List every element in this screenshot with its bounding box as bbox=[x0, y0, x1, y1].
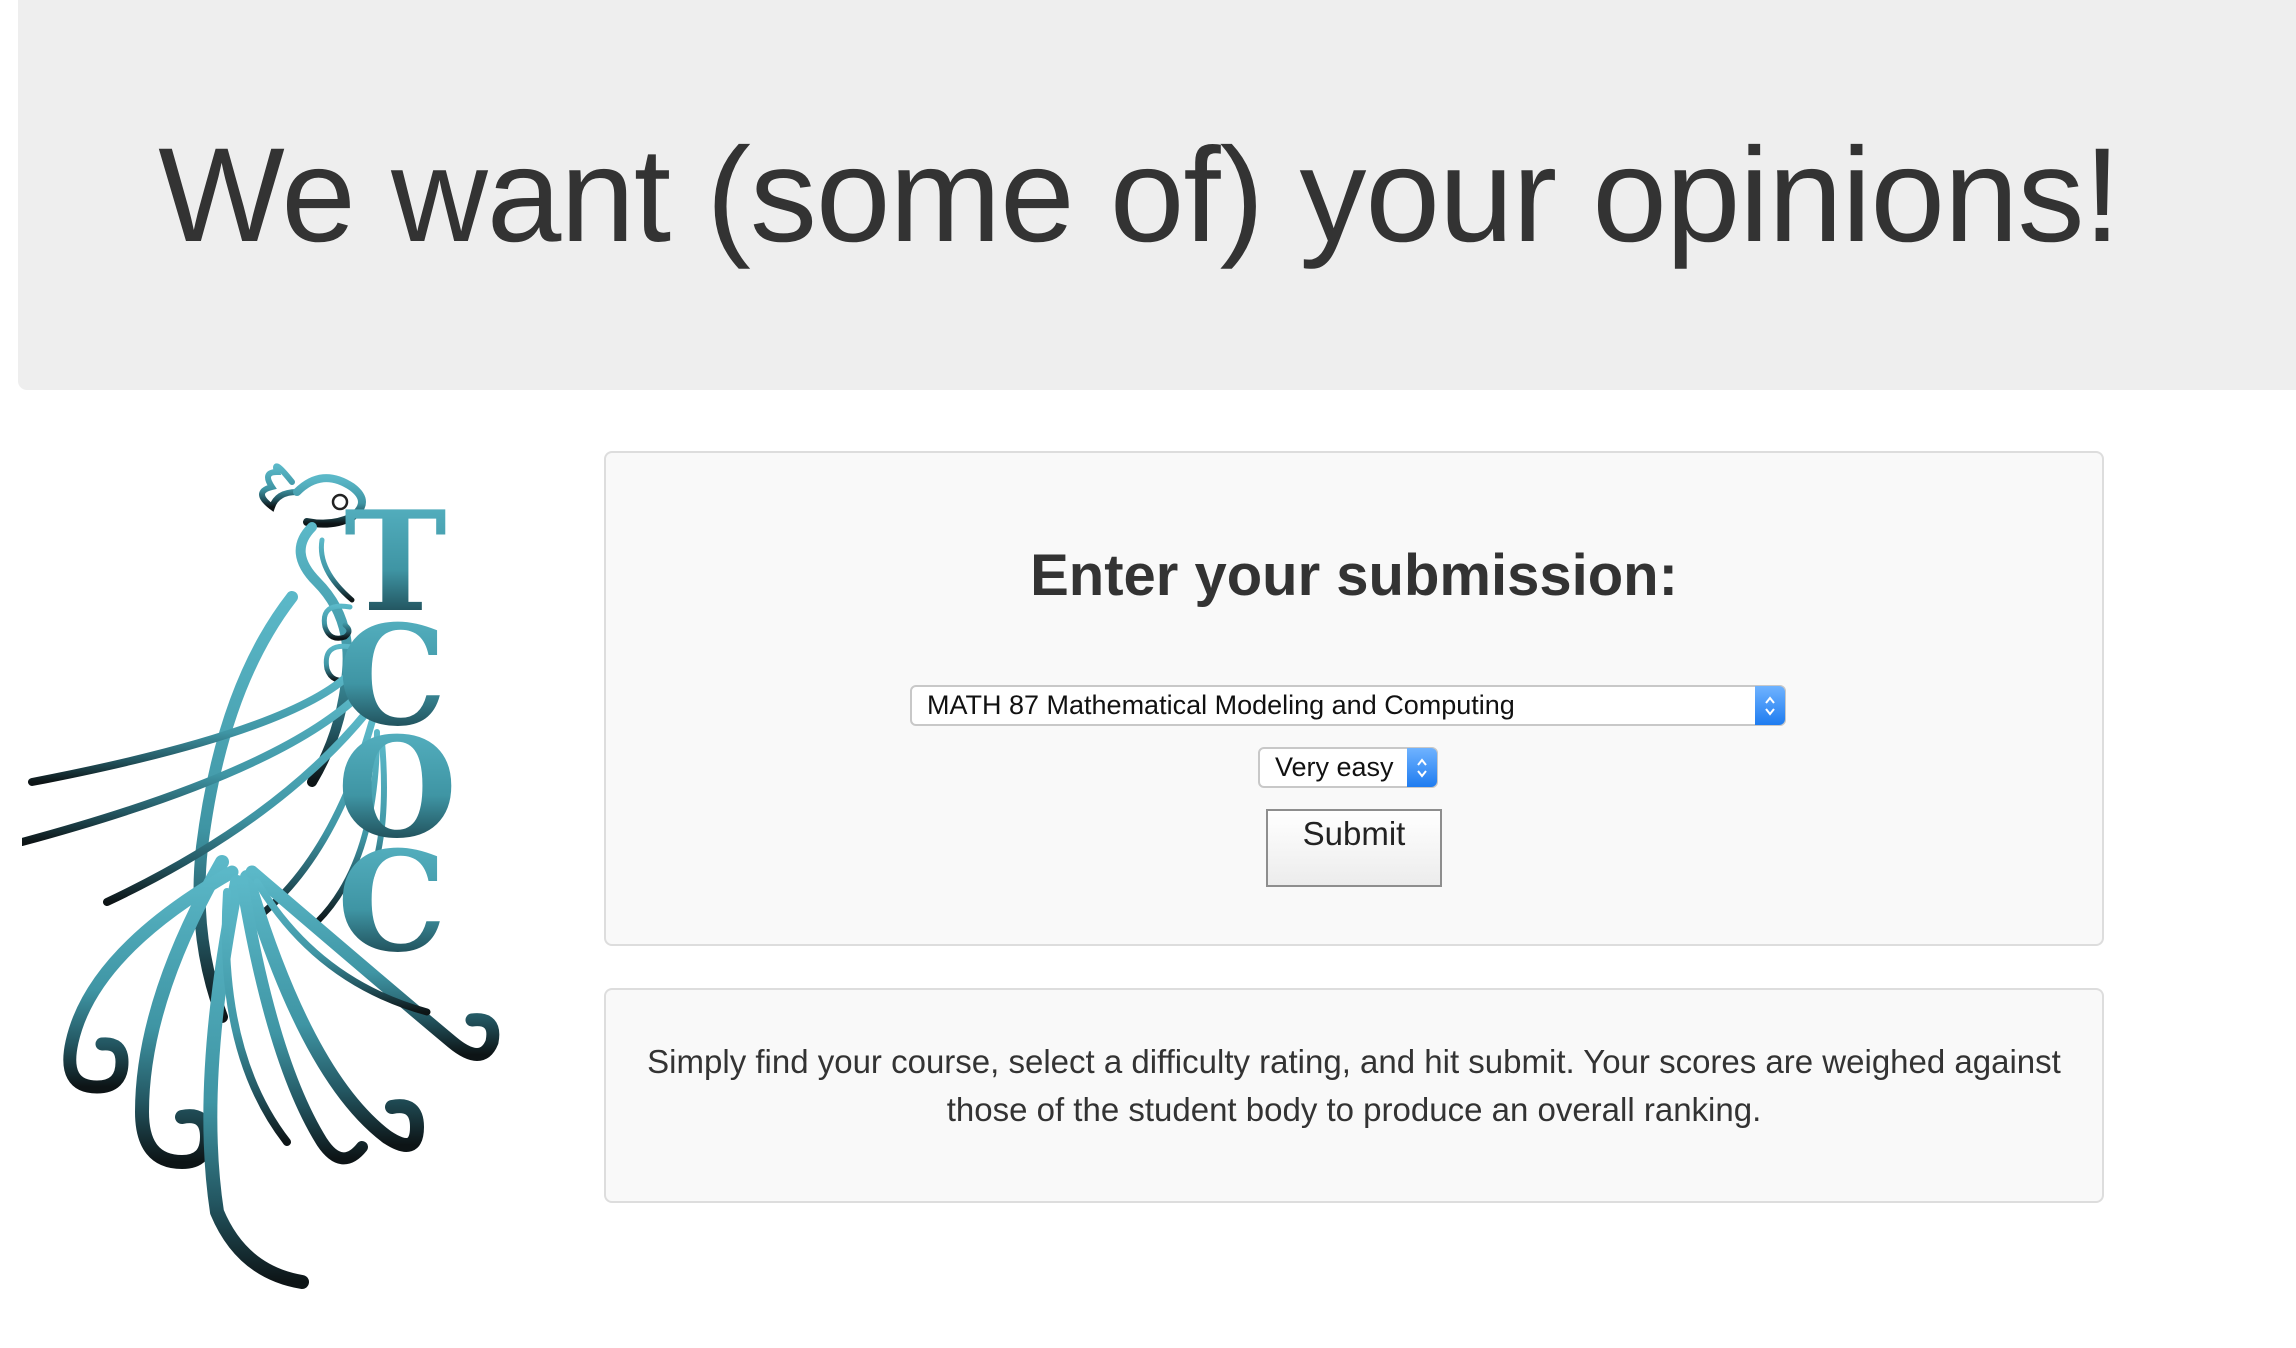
tcoc-peacock-logo: T C O C bbox=[22, 463, 500, 1289]
difficulty-select[interactable]: Very easy bbox=[1258, 747, 1438, 788]
page-title: We want (some of) your opinions! bbox=[158, 120, 2121, 270]
course-select-value: MATH 87 Mathematical Modeling and Comput… bbox=[927, 690, 1515, 720]
chevron-up-down-icon bbox=[1755, 686, 1785, 725]
difficulty-select-value: Very easy bbox=[1275, 752, 1394, 782]
instructions-text: Simply find your course, select a diffic… bbox=[647, 1043, 2061, 1128]
chevron-up-down-icon bbox=[1407, 748, 1437, 787]
submission-title: Enter your submission: bbox=[1030, 543, 1678, 608]
header-banner: We want (some of) your opinions! bbox=[18, 0, 2296, 390]
submit-button[interactable]: Submit bbox=[1266, 809, 1442, 887]
submission-panel: Enter your submission: MATH 87 Mathemati… bbox=[604, 451, 2104, 946]
svg-text:C: C bbox=[337, 820, 447, 983]
course-select[interactable]: MATH 87 Mathematical Modeling and Comput… bbox=[910, 685, 1786, 726]
tcoc-letters: T C O C bbox=[337, 480, 457, 983]
instructions-panel: Simply find your course, select a diffic… bbox=[604, 988, 2104, 1203]
